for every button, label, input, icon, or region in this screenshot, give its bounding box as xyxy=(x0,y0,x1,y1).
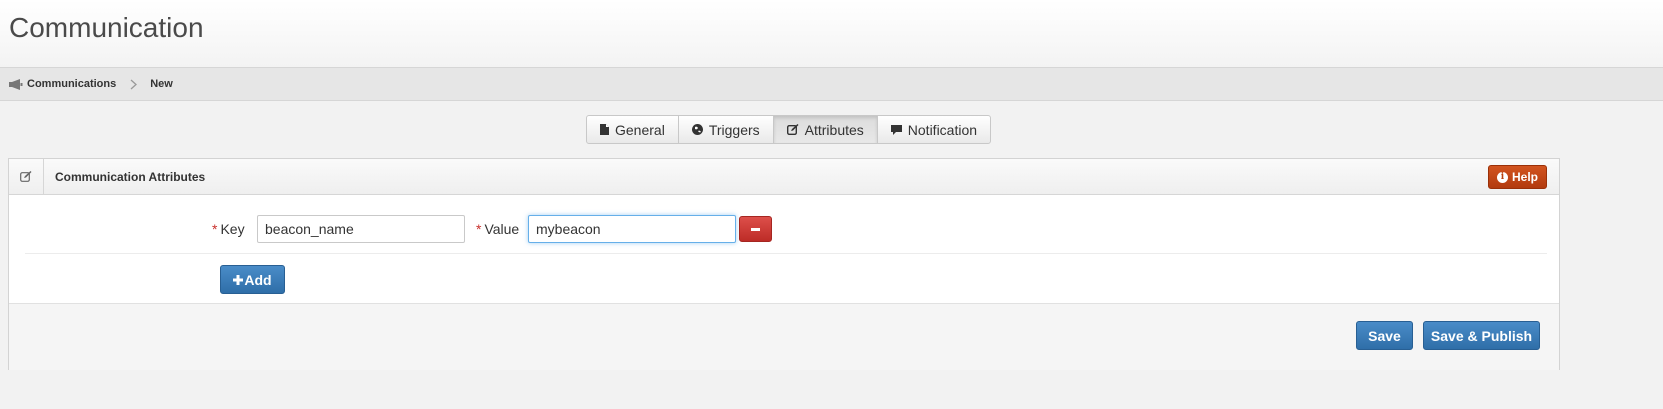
breadcrumb-current: New xyxy=(150,78,173,90)
breadcrumb: Communications New xyxy=(0,67,1663,101)
help-button-label: Help xyxy=(1511,170,1538,184)
edit-icon xyxy=(9,159,44,194)
key-input[interactable] xyxy=(257,215,465,243)
chevron-right-icon xyxy=(130,78,140,90)
page-header: Communication xyxy=(0,0,1663,67)
page-title: Communication xyxy=(9,12,204,43)
tab-triggers[interactable]: Triggers xyxy=(679,116,774,143)
edit-icon xyxy=(786,124,799,135)
tab-general[interactable]: General xyxy=(587,116,679,143)
tab-triggers-label: Triggers xyxy=(708,121,760,138)
plus-icon xyxy=(233,272,244,288)
row-divider xyxy=(25,253,1547,254)
tab-bar: General Triggers Attributes Notification xyxy=(586,115,992,144)
required-marker: * xyxy=(212,221,218,237)
save-button[interactable]: Save xyxy=(1356,321,1413,350)
remove-attribute-button[interactable] xyxy=(739,216,772,242)
megaphone-icon xyxy=(9,78,23,90)
globe-icon xyxy=(691,124,703,135)
value-input[interactable] xyxy=(528,215,736,243)
info-icon: i xyxy=(1496,171,1508,183)
tab-notification[interactable]: Notification xyxy=(878,116,990,143)
comment-icon xyxy=(890,124,902,135)
minus-icon xyxy=(751,227,760,231)
save-publish-button[interactable]: Save & Publish xyxy=(1423,321,1540,350)
breadcrumb-communications-link[interactable]: Communications xyxy=(27,78,116,90)
attributes-panel: Communication Attributes i Help *Key *Va… xyxy=(8,158,1560,370)
tab-attributes[interactable]: Attributes xyxy=(773,116,878,143)
key-label: * Key xyxy=(212,221,245,237)
tab-notification-label: Notification xyxy=(907,121,978,138)
add-attribute-button[interactable]: Add xyxy=(220,265,285,294)
panel-title: Communication Attributes xyxy=(55,170,206,184)
tab-general-label: General xyxy=(615,121,665,138)
help-button[interactable]: i Help xyxy=(1487,165,1547,189)
key-label-text: Key xyxy=(220,221,245,237)
required-marker: * xyxy=(476,221,482,237)
value-label: * Value xyxy=(476,221,519,237)
document-icon xyxy=(600,124,609,135)
panel-footer: Save Save & Publish xyxy=(9,303,1559,370)
tab-attributes-label: Attributes xyxy=(804,121,864,138)
add-button-label: Add xyxy=(244,271,272,288)
panel-header: Communication Attributes i Help xyxy=(9,159,1559,195)
value-label-text: Value xyxy=(484,221,520,237)
